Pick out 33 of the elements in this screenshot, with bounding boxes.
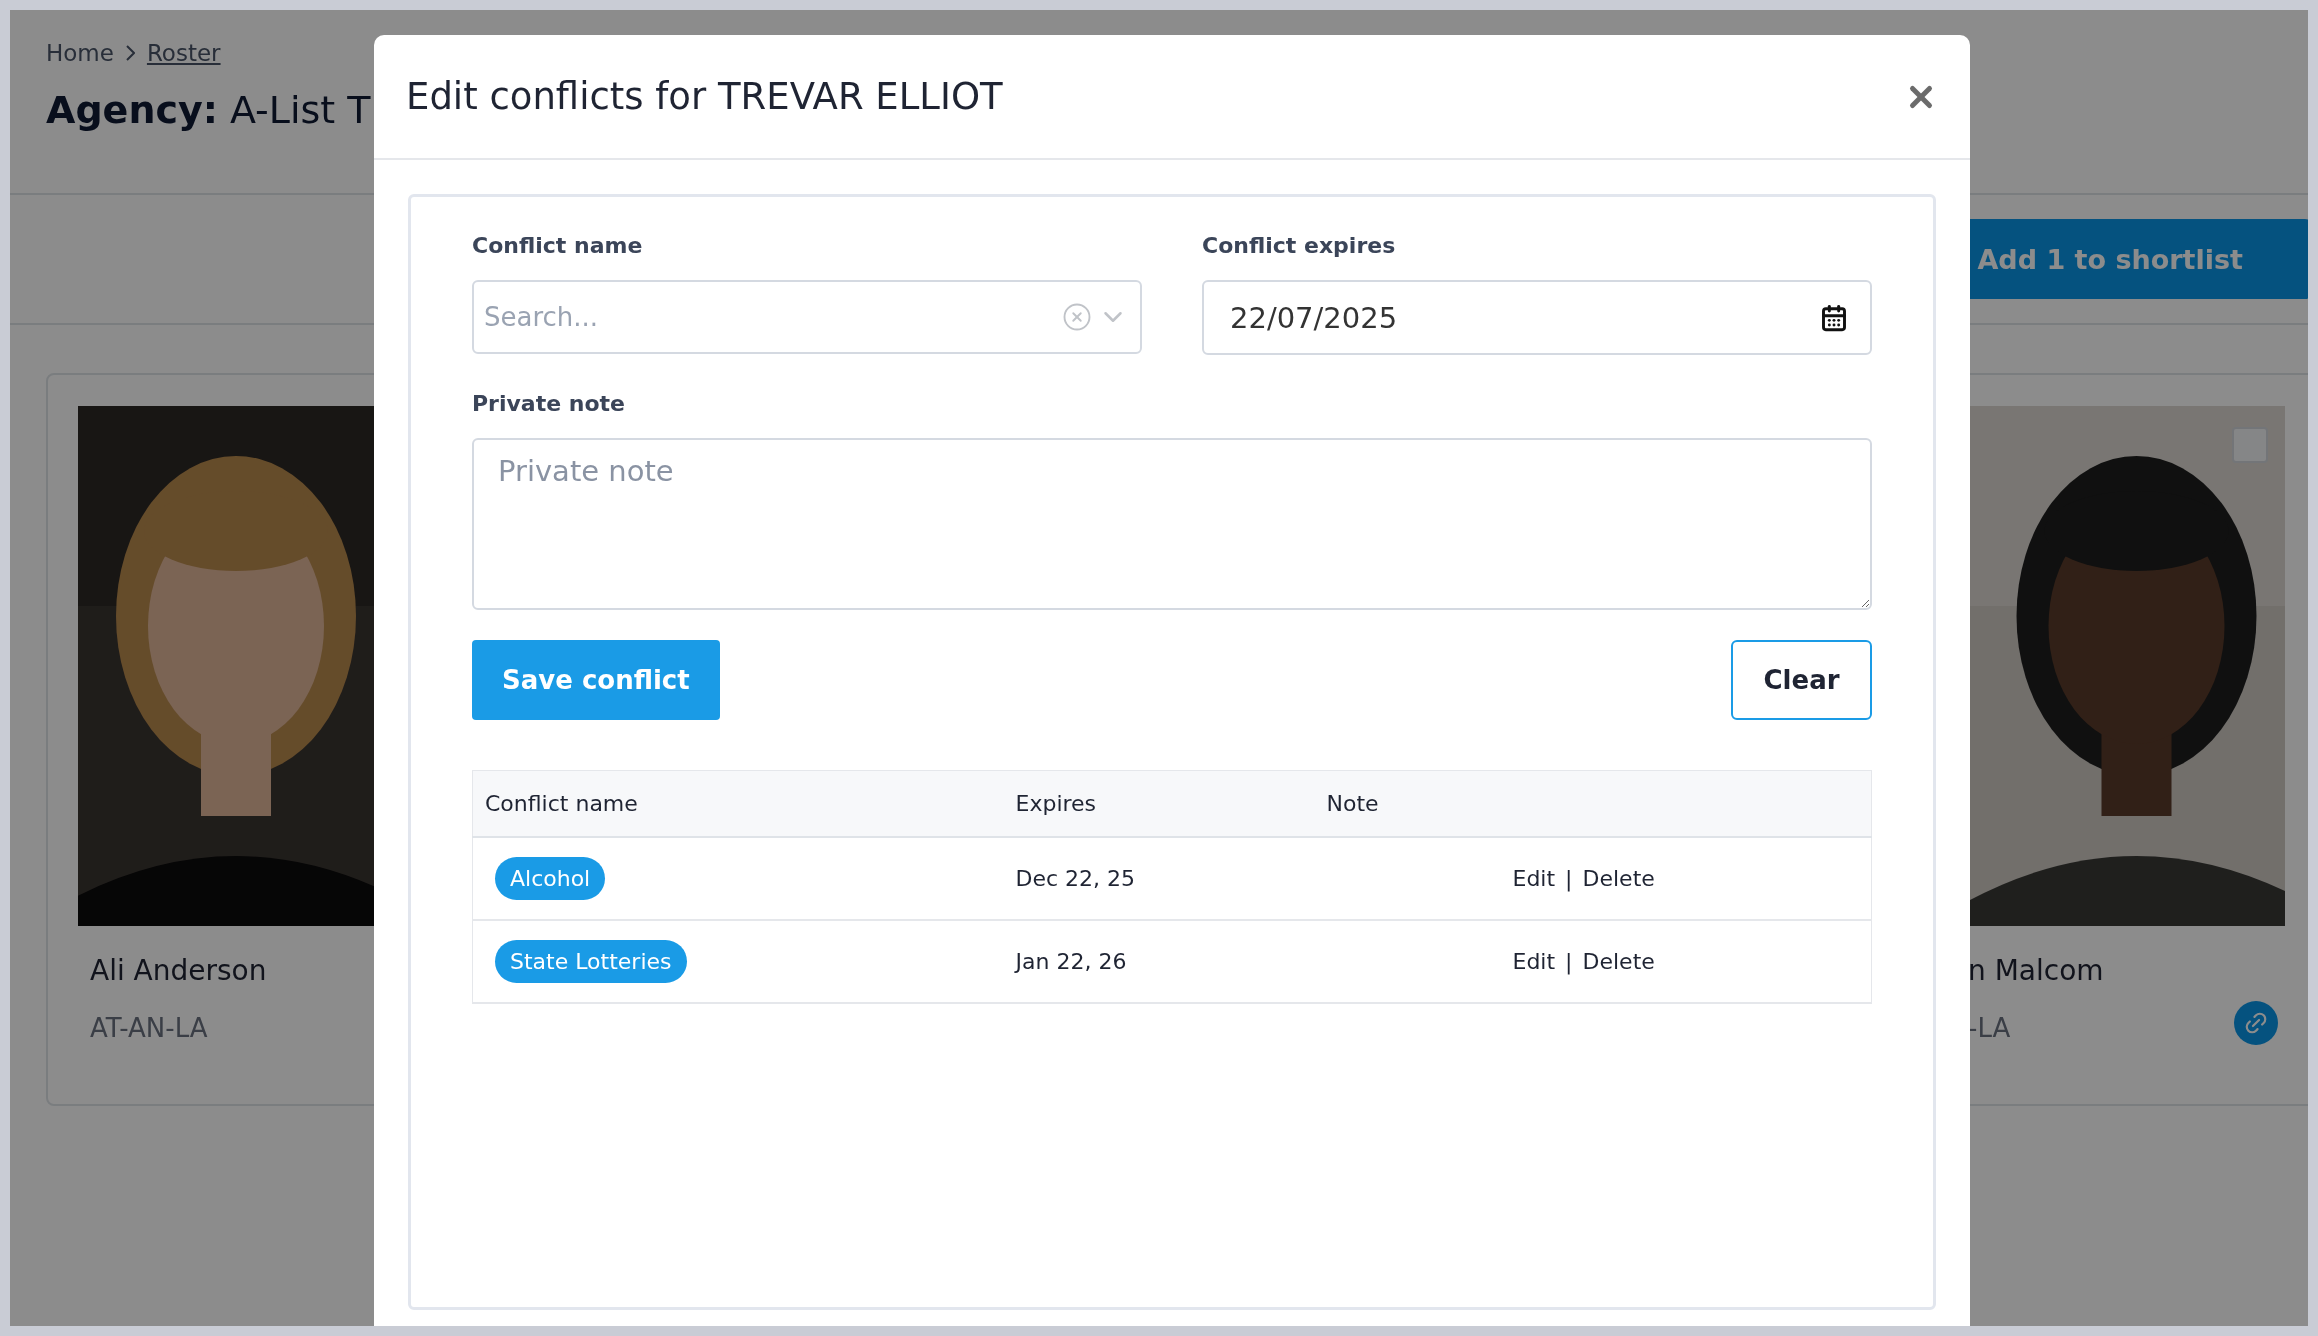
talent-code: AT-AN-LA — [90, 1013, 208, 1043]
column-header: Expires — [1003, 770, 1315, 837]
modal-title: Edit conflicts for TREVAR ELLIOT — [406, 75, 1003, 118]
edit-link[interactable]: Edit — [1512, 948, 1556, 974]
date-field[interactable]: 22/07/2025 — [1202, 280, 1872, 355]
clear-button[interactable]: Clear — [1731, 640, 1872, 720]
conflict-tag: Alcohol — [495, 856, 606, 900]
clear-icon[interactable] — [1062, 302, 1092, 332]
breadcrumb-link[interactable]: Roster — [146, 40, 221, 66]
link-button[interactable] — [2234, 1001, 2278, 1045]
delete-link[interactable]: Delete — [1582, 948, 1655, 974]
talent-name: Ali Anderson — [90, 954, 267, 987]
field-label: Private note — [472, 391, 626, 417]
chevron-icon — [125, 45, 135, 61]
table-cell: Dec 22, 25 — [1003, 836, 1315, 920]
talent-name: n Malcom — [1968, 954, 2104, 987]
edit-link[interactable]: Edit — [1512, 865, 1556, 891]
separator: | — [1565, 948, 1573, 974]
field-label: Conflict name — [472, 233, 644, 259]
calendar-icon[interactable] — [1820, 303, 1848, 332]
breadcrumb-link[interactable]: Home — [46, 40, 114, 66]
field-label: Conflict expires — [1202, 233, 1397, 259]
conflict-select[interactable]: Search... — [472, 280, 1142, 354]
column-header: Note — [1314, 770, 1872, 837]
talent-code: -LA — [1968, 1013, 2011, 1043]
note-field[interactable]: Private note — [472, 438, 1872, 610]
agency-name: A-List T — [229, 88, 371, 132]
delete-link[interactable]: Delete — [1582, 865, 1655, 891]
title-label: Agency: — [46, 88, 218, 132]
conflict-tag: State Lotteries — [495, 939, 687, 983]
column-header: Conflict name — [472, 770, 1004, 837]
separator: | — [1565, 865, 1573, 891]
table-cell: Jan 22, 26 — [1003, 919, 1315, 1003]
